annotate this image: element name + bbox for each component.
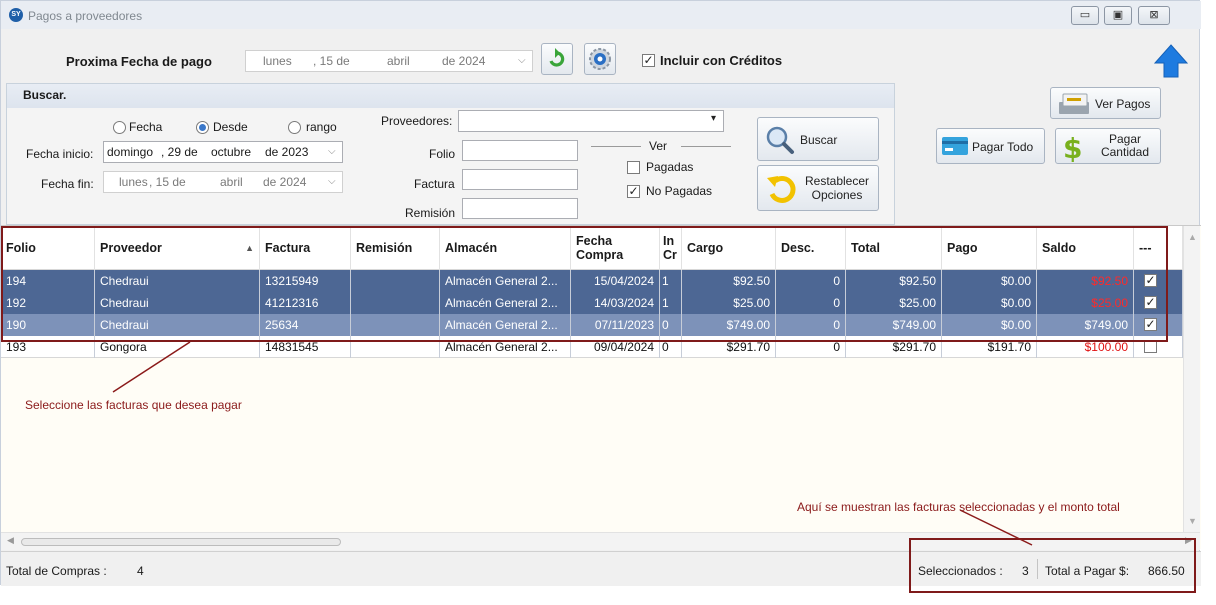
credit-card-icon	[942, 137, 968, 155]
magnifier-icon	[766, 126, 794, 154]
app-icon: SY	[9, 8, 23, 22]
selected-rows-highlight	[1, 226, 1168, 342]
scroll-up-icon[interactable]: ▲	[1188, 232, 1197, 242]
buscar-label: Buscar	[800, 133, 838, 147]
chevron-down-icon: ⌵	[518, 55, 526, 66]
ver-pagos-button[interactable]: Ver Pagos	[1050, 87, 1161, 119]
folio-label: Folio	[429, 147, 456, 161]
search-title: Buscar.	[23, 88, 67, 102]
chevron-down-icon: ⌵	[328, 146, 336, 157]
start-day: , 29 de	[161, 145, 198, 159]
ver-divider-left	[591, 146, 641, 147]
reset-icon	[767, 175, 796, 203]
dropdown-arrow-icon: ▾	[711, 113, 717, 124]
end-year: de 2024	[263, 175, 307, 189]
select-invoices-note: Seleccione las facturas que desea pagar	[25, 398, 242, 412]
total-compras-label: Total de Compras :	[6, 564, 107, 578]
scroll-left-icon[interactable]: ◀	[7, 535, 14, 546]
chevron-down-icon: ⌵	[328, 176, 336, 187]
end-day: , 15 de	[149, 175, 186, 189]
horizontal-scroll-thumb[interactable]	[21, 538, 341, 546]
vertical-scrollbar[interactable]: ▲ ▼	[1183, 226, 1200, 532]
radio-desde-label: Desde	[213, 120, 248, 134]
buscar-button[interactable]: Buscar	[757, 117, 879, 161]
factura-label: Factura	[414, 177, 455, 191]
remision-input[interactable]	[462, 198, 578, 219]
date-month: abril	[387, 54, 410, 68]
factura-input[interactable]	[462, 169, 578, 190]
radio-desde[interactable]	[196, 121, 209, 134]
totals-note: Aquí se muestran las facturas selecciona…	[797, 500, 1120, 514]
include-credits-label: Incluir con Créditos	[660, 53, 783, 68]
pagar-cantidad-button[interactable]: $ Pagar Cantidad	[1055, 128, 1161, 164]
start-date-label: Fecha inicio:	[26, 147, 94, 161]
total-compras-value: 4	[137, 564, 144, 578]
up-arrow-icon[interactable]	[1153, 43, 1189, 79]
pagadas-checkbox[interactable]	[627, 161, 640, 174]
no-pagadas-checkbox[interactable]: ✓	[627, 185, 640, 198]
restablecer-label: Restablecer Opciones	[802, 174, 872, 202]
settings-button[interactable]	[584, 43, 616, 75]
dollar-icon: $	[1063, 132, 1082, 162]
refresh-icon	[549, 48, 565, 67]
restablecer-line2: Opciones	[811, 188, 863, 202]
scroll-down-icon[interactable]: ▼	[1188, 516, 1197, 526]
start-date-picker[interactable]: domingo , 29 de octubre de 2023 ⌵	[103, 141, 343, 163]
payments-icon	[1059, 93, 1089, 114]
no-pagadas-label: No Pagadas	[646, 184, 713, 198]
title-bar[interactable]: SY Pagos a proveedores ▭ ▣ ⊠	[1, 1, 1201, 29]
minimize-button[interactable]: ▭	[1071, 6, 1099, 25]
start-month: octubre	[211, 145, 252, 159]
pagar-cantidad-line2: Cantidad	[1100, 145, 1150, 159]
search-group-header	[7, 84, 894, 108]
restablecer-line1: Restablecer	[804, 174, 870, 188]
proveedores-select[interactable]: ▾	[458, 110, 724, 132]
radio-rango-label: rango	[306, 120, 337, 134]
radio-fecha-label: Fecha	[129, 120, 163, 134]
date-year: de 2024	[442, 54, 486, 68]
date-day: , 15 de	[313, 54, 350, 68]
close-button[interactable]: ⊠	[1138, 6, 1170, 25]
radio-rango[interactable]	[288, 121, 301, 134]
end-weekday: lunes	[119, 175, 148, 189]
remision-label: Remisión	[405, 206, 456, 220]
gear-icon	[589, 48, 611, 70]
start-weekday: domingo	[107, 145, 154, 159]
date-weekday: lunes	[263, 54, 292, 68]
radio-fecha[interactable]	[113, 121, 126, 134]
proveedores-label: Proveedores:	[381, 114, 453, 128]
maximize-button[interactable]: ▣	[1104, 6, 1132, 25]
totals-highlight	[909, 538, 1196, 593]
pagar-todo-button[interactable]: Pagar Todo	[936, 128, 1045, 164]
ver-divider-right	[681, 146, 731, 147]
restablecer-button[interactable]: Restablecer Opciones	[757, 165, 879, 211]
ver-label: Ver	[649, 139, 668, 153]
end-date-picker[interactable]: lunes , 15 de abril de 2024 ⌵	[103, 171, 343, 193]
svg-text:$: $	[1063, 132, 1082, 162]
window-title: Pagos a proveedores	[28, 9, 143, 23]
next-payment-date-label: Proxima Fecha de pago	[66, 54, 212, 69]
pagadas-label: Pagadas	[646, 160, 694, 174]
end-date-label: Fecha fin:	[41, 177, 94, 191]
start-year: de 2023	[265, 145, 309, 159]
pagar-todo-label: Pagar Todo	[972, 140, 1034, 154]
refresh-button[interactable]	[541, 43, 573, 75]
next-payment-date-picker[interactable]: lunes , 15 de abril de 2024 ⌵	[245, 50, 533, 72]
ver-pagos-label: Ver Pagos	[1095, 97, 1151, 111]
end-month: abril	[220, 175, 243, 189]
folio-input[interactable]	[462, 140, 578, 161]
pagar-cantidad-label: Pagar Cantidad	[1094, 133, 1156, 159]
include-credits-checkbox[interactable]: ✓	[642, 54, 655, 67]
